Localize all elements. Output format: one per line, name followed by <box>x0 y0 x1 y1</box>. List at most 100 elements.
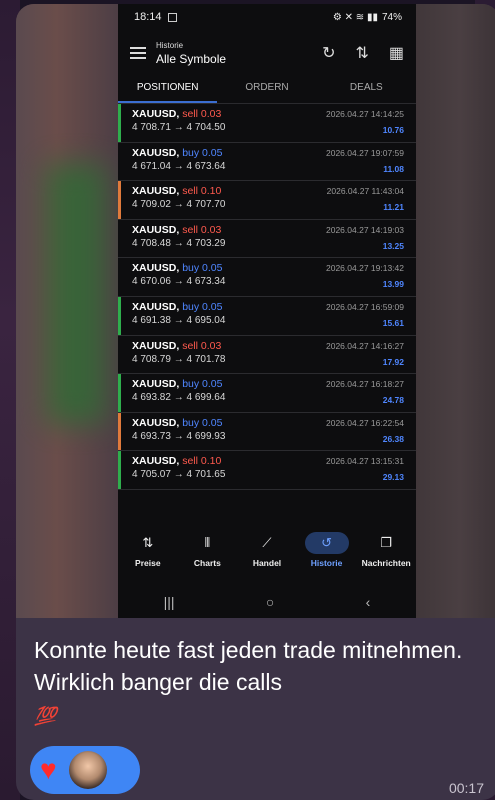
row-color-bar <box>118 258 121 296</box>
row-prices: 4 705.07 → 4 701.65 <box>132 469 226 481</box>
row-symbol: XAUUSD, <box>132 416 180 429</box>
row-symbol: XAUUSD, <box>132 455 180 468</box>
row-profit: 10.76 <box>382 125 404 135</box>
table-row[interactable]: XAUUSD, sell 0.03 4 708.48 → 4 703.29 2026… <box>118 220 416 259</box>
row-color-bar <box>118 143 121 181</box>
system-navigation: ||| ○ ‹ <box>118 586 416 618</box>
row-symbol: XAUUSD, <box>132 300 180 313</box>
row-time: 2026.04.27 19:13:42 <box>326 263 404 274</box>
status-icons: ⚙ ✕ ≋ ▮▮ <box>332 11 378 23</box>
nav-nachrichten-icon: ❐ <box>380 535 392 550</box>
nav-preise-icon: ⇅ <box>142 535 154 550</box>
row-side: sell 0.03 <box>182 223 222 236</box>
row-side: buy 0.05 <box>182 300 223 313</box>
message-bubble[interactable]: 18:14 ⚙ ✕ ≋ ▮▮ 74% Historie Alle Symbole… <box>16 4 495 800</box>
nav-item-handel[interactable]: ⟋ Handel <box>237 532 297 576</box>
nav-item-label: Preise <box>135 558 161 568</box>
hundred-points-icon: 💯 <box>34 706 57 726</box>
table-row[interactable]: XAUUSD, sell 0.10 4 709.02 → 4 707.70 2026… <box>118 181 416 220</box>
table-row[interactable]: XAUUSD, buy 0.05 4 693.73 → 4 699.93 2026.… <box>118 412 416 452</box>
row-side: sell 0.10 <box>182 185 222 198</box>
message-text: Konnte heute fast jeden trade mitnehmen.… <box>34 637 463 695</box>
tab-positionen[interactable]: POSITIONEN <box>118 76 218 103</box>
table-row[interactable]: XAUUSD, buy 0.05 4 693.82 → 4 699.64 2026.… <box>118 374 416 413</box>
row-side: sell 0.03 <box>182 339 222 352</box>
nav-item-charts[interactable]: ⫴ Charts <box>178 532 238 576</box>
row-prices: 4 691.38 → 4 695.04 <box>132 314 226 326</box>
row-profit: 26.38 <box>382 433 404 444</box>
recent-apps-icon[interactable]: ||| <box>164 594 175 610</box>
table-row[interactable]: XAUUSD, sell 0.03 4 708.71 → 4 704.50 2026… <box>118 104 416 143</box>
row-symbol: XAUUSD, <box>132 223 180 236</box>
home-icon[interactable]: ○ <box>266 594 274 610</box>
nav-item-preise[interactable]: ⇅ Preise <box>118 532 178 576</box>
table-row[interactable]: XAUUSD, sell 0.03 4 708.79 → 4 701.78 2026… <box>118 336 416 375</box>
phone-screen: 18:14 ⚙ ✕ ≋ ▮▮ 74% Historie Alle Symbole… <box>118 4 416 618</box>
row-color-bar <box>118 451 121 489</box>
refresh-icon[interactable]: ↻ <box>322 43 335 63</box>
battery-level: 74% <box>381 11 402 23</box>
row-prices: 4 693.73 → 4 699.93 <box>132 430 226 442</box>
row-prices: 4 670.06 → 4 673.34 <box>132 276 226 288</box>
table-row[interactable]: XAUUSD, buy 0.05 4 671.04 → 4 673.64 2026.… <box>118 143 416 182</box>
row-color-bar <box>118 412 121 451</box>
nav-item-label: Charts <box>193 558 221 568</box>
row-symbol: XAUUSD, <box>132 185 180 198</box>
tab-bar: POSITIONEN ORDERN DEALS <box>118 76 416 104</box>
sort-icon[interactable]: ⇅ <box>355 43 368 63</box>
tab-ordern[interactable]: ORDERN <box>217 76 316 103</box>
message-text-block: Konnte heute fast jeden trade mitnehmen.… <box>34 634 494 732</box>
menu-icon[interactable] <box>130 47 146 59</box>
row-prices: 4 708.79 → 4 701.78 <box>132 353 226 365</box>
nav-item-nachrichten[interactable]: ❐ Nachrichten <box>356 532 416 576</box>
page-title[interactable]: Alle Symbole <box>156 52 322 66</box>
row-prices: 4 709.02 → 4 707.70 <box>132 199 226 211</box>
row-time: 2026.04.27 13:15:31 <box>326 456 404 467</box>
heart-icon: ♥ <box>40 754 57 785</box>
nav-item-label: Nachrichten <box>361 558 411 568</box>
row-symbol: XAUUSD, <box>132 108 180 120</box>
row-symbol: XAUUSD, <box>132 378 180 391</box>
row-side: buy 0.05 <box>182 416 223 429</box>
row-profit: 17.92 <box>382 356 404 367</box>
nav-charts-icon: ⫴ <box>204 535 211 550</box>
row-side: buy 0.05 <box>182 146 223 159</box>
notification-icon <box>167 12 177 22</box>
app-bar: Historie Alle Symbole ↻ ⇅ ▦ <box>118 30 416 76</box>
history-list: XAUUSD, sell 0.03 4 708.71 → 4 704.50 2026… <box>118 104 416 490</box>
nav-item-label: Historie <box>310 558 343 568</box>
nav-item-historie[interactable]: ↺ Historie <box>297 532 357 576</box>
table-row[interactable]: XAUUSD, buy 0.05 4 670.06 → 4 673.34 2026.… <box>118 258 416 297</box>
row-color-bar <box>118 220 121 258</box>
row-side: sell 0.10 <box>182 455 222 468</box>
avatar <box>68 751 107 789</box>
calendar-icon[interactable]: ▦ <box>389 43 404 63</box>
row-profit: 15.61 <box>382 317 404 328</box>
row-profit: 29.13 <box>382 472 404 483</box>
row-profit: 24.78 <box>382 395 404 406</box>
status-time: 18:14 <box>134 11 162 23</box>
reaction-pill[interactable]: ♥ <box>30 746 140 794</box>
nav-item-label: Handel <box>252 558 282 568</box>
row-side: buy 0.05 <box>182 378 223 391</box>
message-timestamp: 00:17 <box>448 780 484 796</box>
row-profit: 13.99 <box>382 279 404 290</box>
screenshot-image[interactable]: 18:14 ⚙ ✕ ≋ ▮▮ 74% Historie Alle Symbole… <box>16 4 495 618</box>
row-profit: 13.25 <box>382 240 404 251</box>
status-bar: 18:14 ⚙ ✕ ≋ ▮▮ 74% <box>118 4 416 30</box>
table-row[interactable]: XAUUSD, buy 0.05 4 691.38 → 4 695.04 2026.… <box>118 296 416 336</box>
row-side: buy 0.05 <box>182 262 223 275</box>
nav-handel-icon: ⟋ <box>262 535 272 550</box>
row-symbol: XAUUSD, <box>132 146 180 159</box>
row-color-bar <box>118 374 121 412</box>
page-subtitle: Historie <box>156 40 184 50</box>
row-profit: 11.21 <box>383 202 404 213</box>
row-prices: 4 708.71 → 4 704.50 <box>132 122 226 133</box>
blurred-edge-left <box>16 4 118 618</box>
row-time: 2026.04.27 16:18:27 <box>326 379 404 390</box>
table-row[interactable]: XAUUSD, sell 0.10 4 705.07 → 4 701.65 2026… <box>118 451 416 490</box>
tab-deals[interactable]: DEALS <box>317 76 416 103</box>
row-time: 2026.04.27 11:43:04 <box>326 186 404 197</box>
row-prices: 4 671.04 → 4 673.64 <box>132 160 226 172</box>
back-icon[interactable]: ‹ <box>366 594 371 610</box>
